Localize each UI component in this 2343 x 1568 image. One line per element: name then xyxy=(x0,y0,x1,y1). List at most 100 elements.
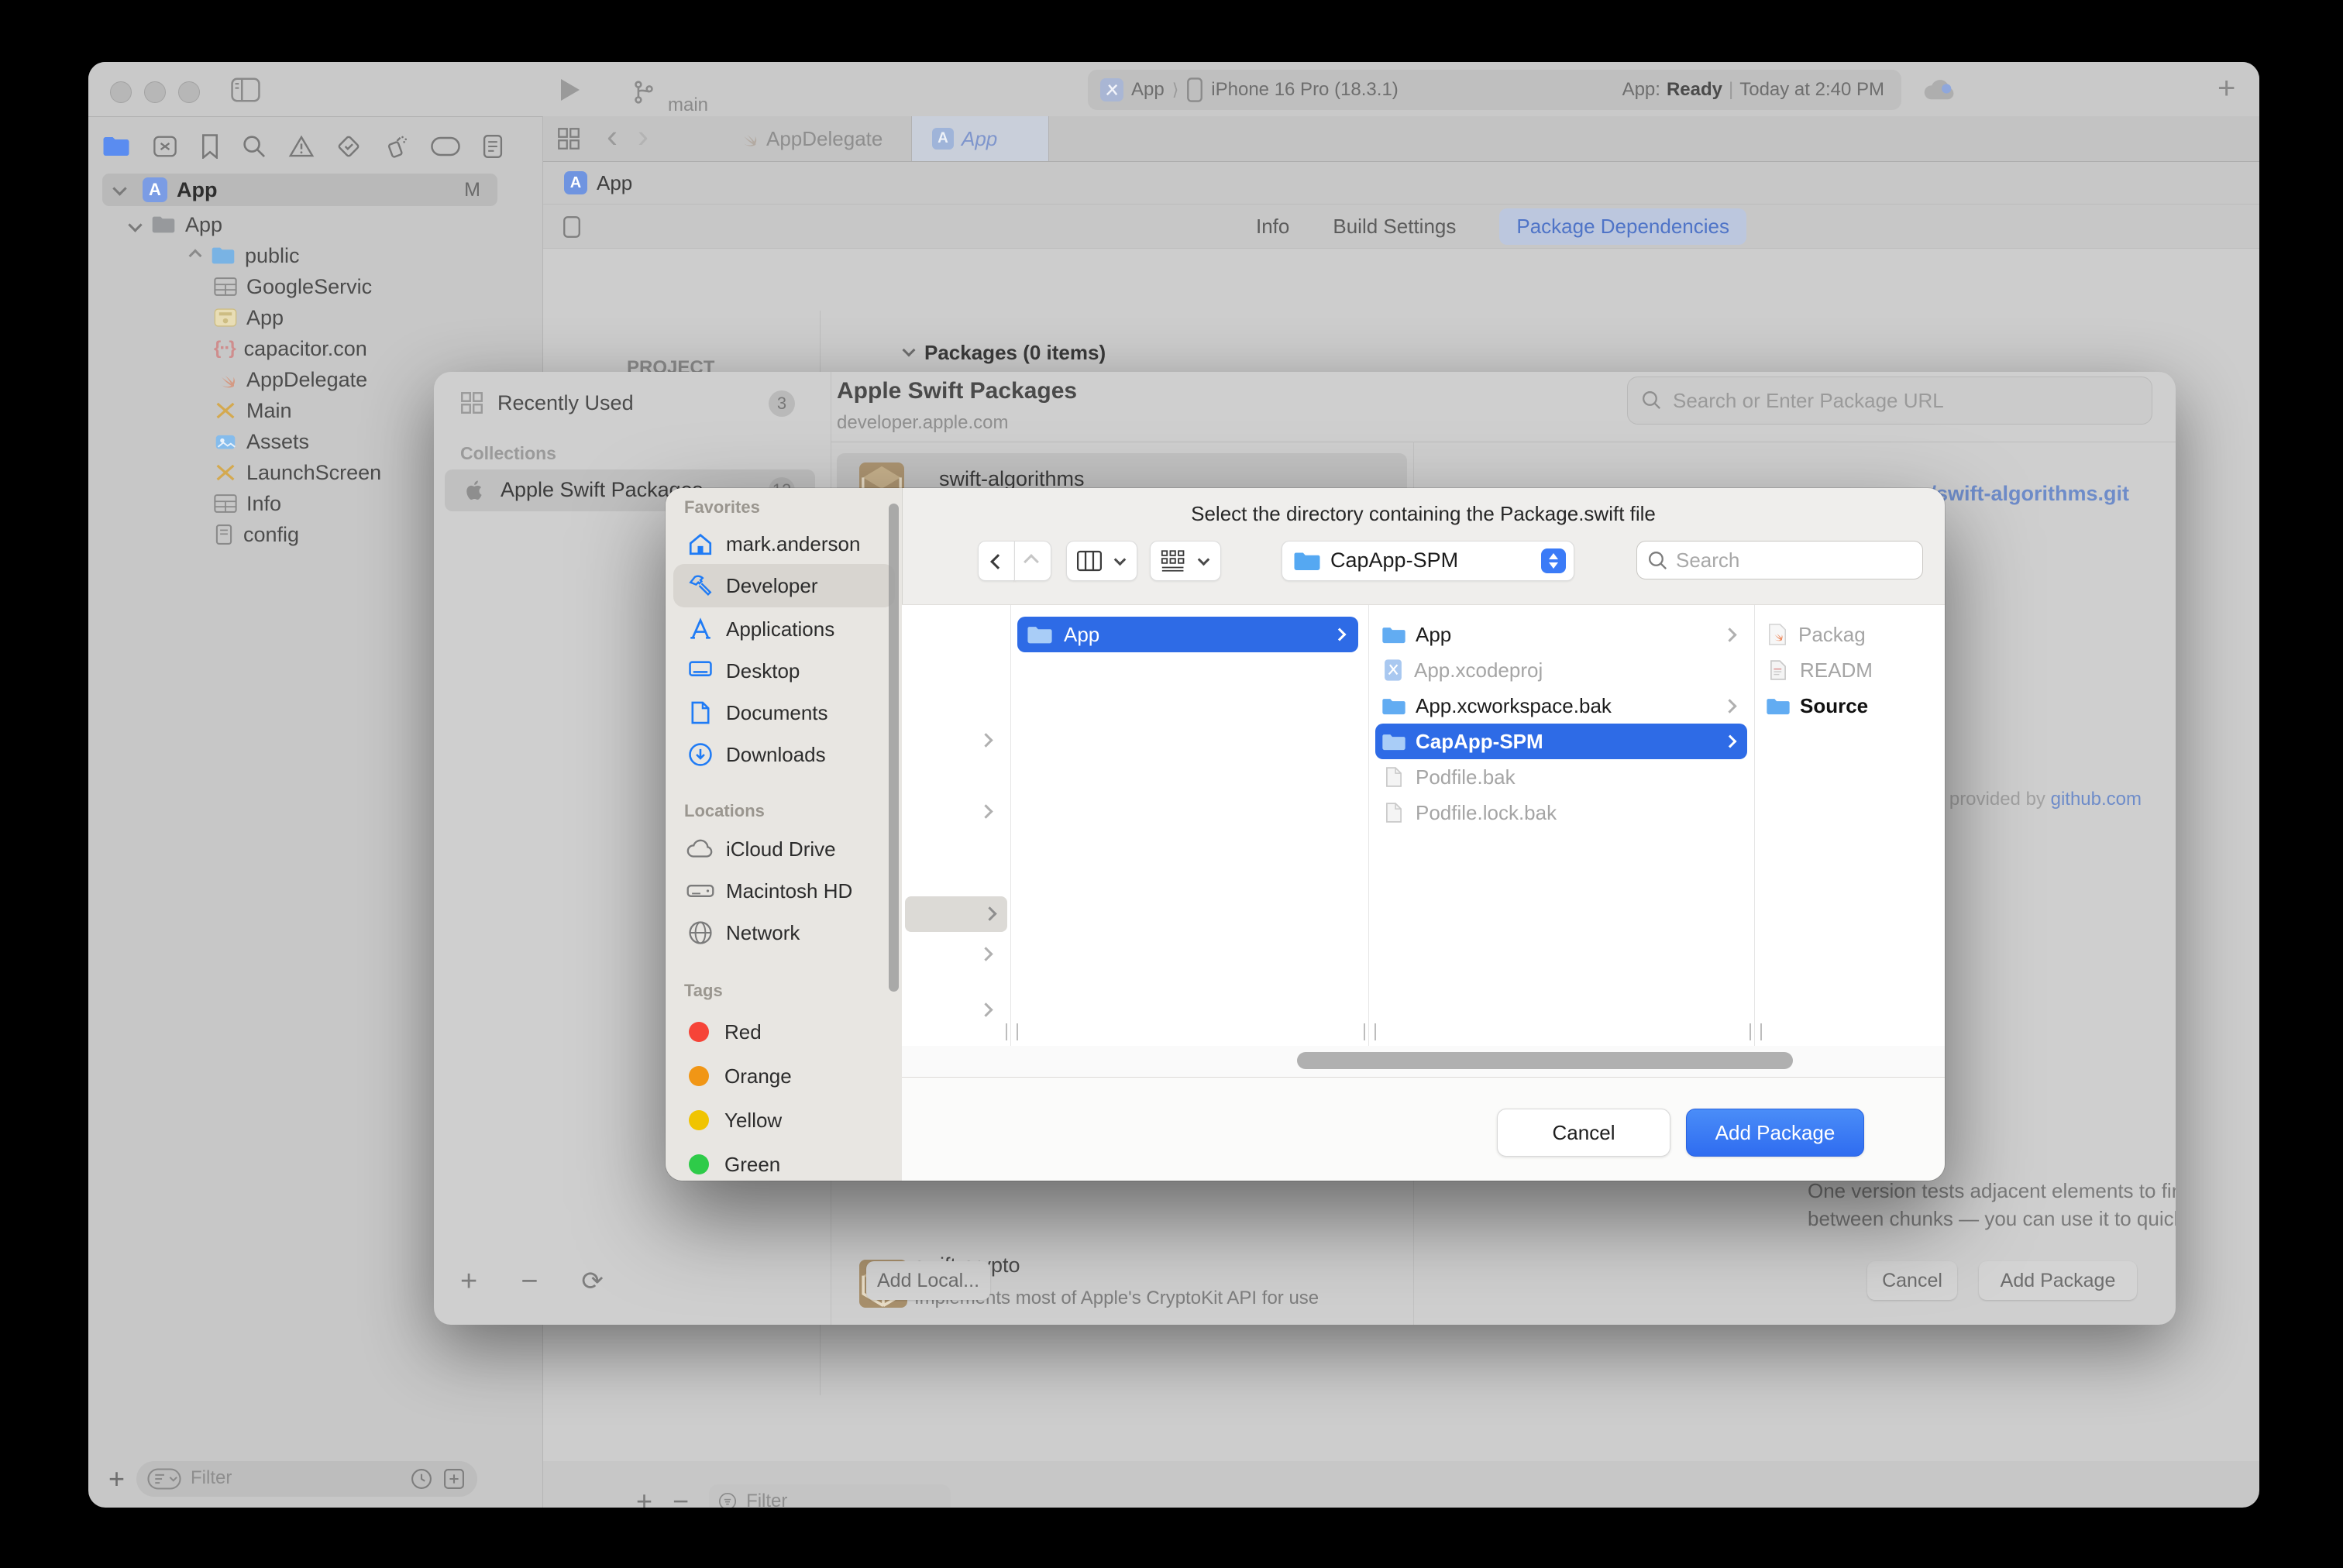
column-resize-handle[interactable] xyxy=(1750,1023,1762,1040)
back-icon[interactable]: ‹ xyxy=(607,118,618,155)
file-row-xcworkspace[interactable]: App.xcworkspace.bak xyxy=(1375,688,1747,724)
dialog-add-package-button[interactable]: Add Package xyxy=(1686,1109,1864,1157)
add-editor-plus-icon[interactable]: + xyxy=(2217,71,2235,106)
group-button[interactable] xyxy=(1150,541,1221,581)
sidebar-item-documents[interactable]: Documents xyxy=(673,693,895,733)
sheet-search-field[interactable] xyxy=(1627,377,2152,425)
remove-collection-icon[interactable]: − xyxy=(521,1265,538,1298)
activity-view[interactable]: App ⟩ iPhone 16 Pro (18.3.1) App: Ready … xyxy=(1088,70,1901,110)
project-row[interactable]: A App M xyxy=(102,174,497,206)
tree-row-main[interactable]: Main xyxy=(214,395,292,426)
add-file-plus-icon[interactable]: + xyxy=(108,1463,125,1495)
file-row-xcodeproj[interactable]: App.xcodeproj xyxy=(1375,652,1747,688)
popup-stepper[interactable] xyxy=(1541,548,1566,573)
issue-navigator-icon[interactable] xyxy=(288,135,315,158)
tab-package-dependencies[interactable]: Package Dependencies xyxy=(1499,208,1746,245)
tree-row-public[interactable]: public xyxy=(191,240,300,271)
add-collection-icon[interactable]: + xyxy=(460,1265,477,1298)
column-resize-handle[interactable] xyxy=(1006,1023,1018,1040)
tree-row-app-entitlements[interactable]: App xyxy=(214,302,284,333)
red-tag-icon xyxy=(689,1022,709,1042)
dialog-cancel-button[interactable]: Cancel xyxy=(1497,1109,1670,1157)
forward-button[interactable] xyxy=(1014,541,1051,581)
sheet-cancel-button[interactable]: Cancel xyxy=(1867,1261,1957,1300)
file-row-readme[interactable]: READM xyxy=(1761,652,1945,688)
tree-row-assets[interactable]: Assets xyxy=(214,426,309,457)
filter-input[interactable] xyxy=(189,1467,347,1490)
navigator-filter-field[interactable] xyxy=(136,1461,477,1497)
debug-navigator-icon[interactable] xyxy=(383,133,409,160)
source-control-navigator-icon[interactable] xyxy=(152,135,178,158)
sidebar-item-home[interactable]: mark.anderson xyxy=(673,524,895,564)
minimize-button[interactable] xyxy=(144,81,166,103)
file-row-capapp-spm-selected[interactable]: CapApp-SPM xyxy=(1375,724,1747,759)
breakpoint-navigator-icon[interactable] xyxy=(431,136,460,156)
packages-filter-input[interactable] xyxy=(745,1490,903,1508)
jump-bar[interactable]: A App xyxy=(564,163,632,203)
scheme-branch[interactable]: main xyxy=(668,95,708,116)
column-3: App App.xcodeproj App.xcworkspace.bak xyxy=(1369,605,1754,1046)
back-button[interactable] xyxy=(978,541,1015,581)
file-row-podfile-bak[interactable]: Podfile.bak xyxy=(1375,759,1747,795)
tag-green[interactable]: Green xyxy=(673,1144,895,1181)
package-url-input[interactable] xyxy=(1627,377,2152,425)
tab-build-settings[interactable]: Build Settings xyxy=(1333,215,1456,239)
dialog-search-input[interactable] xyxy=(1636,541,1923,579)
tag-red[interactable]: Red xyxy=(673,1012,895,1052)
sidebar-item-network[interactable]: Network xyxy=(673,913,895,953)
file-row-podfile-lock-bak[interactable]: Podfile.lock.bak xyxy=(1375,795,1747,830)
file-row-sources[interactable]: Source xyxy=(1761,688,1945,724)
tree-row-app-group[interactable]: App xyxy=(130,209,222,240)
sidebar-item-applications[interactable]: Applications xyxy=(673,609,895,649)
recently-used-item[interactable]: Recently Used xyxy=(460,383,634,423)
project-navigator-icon[interactable] xyxy=(102,135,130,158)
bookmark-navigator-icon[interactable] xyxy=(200,134,220,159)
test-navigator-icon[interactable] xyxy=(336,134,361,159)
sidebar-item-developer[interactable]: Developer xyxy=(673,564,895,607)
tab-appdelegate[interactable]: AppDelegate xyxy=(737,116,882,161)
path-popup[interactable]: CapApp-SPM xyxy=(1282,541,1574,581)
tree-row-info[interactable]: Info xyxy=(214,488,281,519)
tree-row-config[interactable]: config xyxy=(214,519,299,550)
tree-row-launchscreen[interactable]: LaunchScreen xyxy=(214,457,381,488)
column1-selected-row[interactable] xyxy=(905,896,1007,932)
tab-app[interactable]: A App xyxy=(911,116,1049,161)
sidebar-item-icloud[interactable]: iCloud Drive xyxy=(673,829,895,869)
forward-icon[interactable]: › xyxy=(638,118,649,155)
horizontal-scrollbar-thumb[interactable] xyxy=(1297,1052,1793,1069)
view-mode-button[interactable] xyxy=(1066,541,1137,581)
column-resize-handle[interactable] xyxy=(1364,1023,1376,1040)
close-button[interactable] xyxy=(110,81,132,103)
file-row-app-selected[interactable]: App xyxy=(1017,617,1358,652)
tab-overview-icon[interactable] xyxy=(557,127,580,150)
file-row-app[interactable]: App xyxy=(1375,617,1747,652)
remove-package-minus-icon[interactable]: − xyxy=(673,1485,689,1508)
dialog-search-field[interactable] xyxy=(1636,541,1923,579)
refresh-collections-icon[interactable]: ⟳ xyxy=(581,1266,604,1297)
sidebar-scrollbar[interactable] xyxy=(889,504,899,992)
packages-section-header[interactable]: Packages (0 items) xyxy=(904,339,1106,366)
toggle-sidebar-icon[interactable] xyxy=(231,77,260,102)
repo-link[interactable]: /swift-algorithms.git xyxy=(1931,482,2130,506)
add-local-button[interactable]: Add Local... xyxy=(866,1261,990,1300)
packages-filter-field[interactable] xyxy=(709,1484,951,1508)
yellow-tag-icon xyxy=(689,1110,709,1130)
run-button[interactable] xyxy=(561,79,580,101)
file-row-package-swift[interactable]: Packag xyxy=(1761,617,1945,652)
tag-yellow[interactable]: Yellow xyxy=(673,1100,895,1140)
related-items-icon[interactable] xyxy=(562,215,582,239)
sidebar-item-macintosh-hd[interactable]: Macintosh HD xyxy=(673,871,895,911)
sidebar-item-desktop[interactable]: Desktop xyxy=(673,651,895,691)
find-navigator-icon[interactable] xyxy=(242,134,267,159)
tree-row-googleservice[interactable]: GoogleServic xyxy=(214,271,372,302)
sidebar-item-downloads[interactable]: Downloads xyxy=(673,734,895,775)
github-link[interactable]: github.com xyxy=(2051,789,2142,810)
tab-info[interactable]: Info xyxy=(1256,215,1289,239)
tree-row-capacitor-config[interactable]: {··} capacitor.con xyxy=(214,333,367,364)
report-navigator-icon[interactable] xyxy=(482,134,504,159)
tag-orange[interactable]: Orange xyxy=(673,1056,895,1096)
add-package-plus-icon[interactable]: + xyxy=(636,1485,652,1508)
sheet-add-package-button[interactable]: Add Package xyxy=(1979,1261,2137,1300)
tree-row-appdelegate[interactable]: AppDelegate xyxy=(214,364,367,395)
zoom-button[interactable] xyxy=(178,81,200,103)
